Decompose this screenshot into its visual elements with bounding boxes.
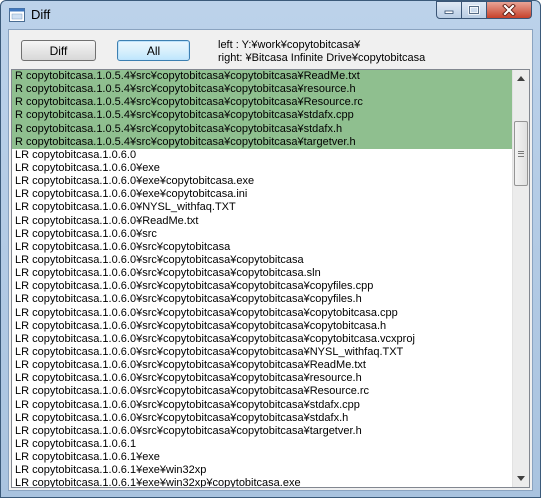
list-item[interactable]: R copytobitcasa.1.0.5.4¥src¥copytobitcas…: [12, 122, 514, 136]
close-button[interactable]: [486, 1, 532, 19]
list-item[interactable]: R copytobitcasa.1.0.5.4¥src¥copytobitcas…: [12, 70, 514, 84]
list-item[interactable]: LR copytobitcasa.1.0.6.0¥src¥copytobitca…: [12, 333, 514, 346]
list-item[interactable]: LR copytobitcasa.1.0.6.0¥src¥copytobitca…: [12, 307, 514, 320]
compare-paths: left : Y:¥work¥copytobitcasa¥ right: ¥Bi…: [218, 39, 425, 65]
vertical-scrollbar[interactable]: [512, 70, 529, 487]
list-item[interactable]: R copytobitcasa.1.0.5.4¥src¥copytobitcas…: [12, 96, 514, 110]
list-item[interactable]: LR copytobitcasa.1.0.6.0: [12, 149, 514, 162]
window-client-area: Diff All left : Y:¥work¥copytobitcasa¥ r…: [8, 29, 533, 491]
list-item[interactable]: LR copytobitcasa.1.0.6.0¥exe: [12, 162, 514, 175]
diff-rows: R copytobitcasa.1.0.5.4¥src¥copytobitcas…: [12, 70, 514, 487]
scroll-up-arrow-icon: [517, 76, 525, 81]
list-item[interactable]: LR copytobitcasa.1.0.6.0¥NYSL_withfaq.TX…: [12, 201, 514, 214]
right-path-label: right: ¥Bitcasa Infinite Drive¥copytobit…: [218, 52, 426, 64]
left-path-label: left : Y:¥work¥copytobitcasa¥: [218, 39, 361, 51]
list-item[interactable]: LR copytobitcasa.1.0.6.0¥src¥copytobitca…: [12, 346, 514, 359]
list-item[interactable]: LR copytobitcasa.1.0.6.0¥src¥copytobitca…: [12, 241, 514, 254]
list-item[interactable]: LR copytobitcasa.1.0.6.0¥ReadMe.txt: [12, 215, 514, 228]
minimize-icon: [444, 10, 454, 14]
list-item[interactable]: LR copytobitcasa.1.0.6.0¥src¥copytobitca…: [12, 425, 514, 438]
maximize-icon: [468, 5, 480, 15]
app-window-icon: [9, 8, 25, 22]
list-item[interactable]: LR copytobitcasa.1.0.6.0¥src¥copytobitca…: [12, 412, 514, 425]
window-title: Diff: [31, 7, 51, 22]
scroll-up-button[interactable]: [513, 70, 529, 87]
list-item[interactable]: R copytobitcasa.1.0.5.4¥src¥copytobitcas…: [12, 135, 514, 149]
scroll-down-button[interactable]: [513, 470, 529, 487]
list-item[interactable]: LR copytobitcasa.1.0.6.0¥src¥copytobitca…: [12, 359, 514, 372]
title-bar[interactable]: Diff: [1, 1, 540, 29]
list-item[interactable]: LR copytobitcasa.1.0.6.0¥src¥copytobitca…: [12, 293, 514, 306]
maximize-button[interactable]: [461, 1, 487, 19]
list-item[interactable]: LR copytobitcasa.1.0.6.1¥exe: [12, 451, 514, 464]
list-item[interactable]: LR copytobitcasa.1.0.6.0¥src¥copytobitca…: [12, 280, 514, 293]
list-item[interactable]: LR copytobitcasa.1.0.6.0¥exe¥copytobitca…: [12, 188, 514, 201]
list-item[interactable]: LR copytobitcasa.1.0.6.0¥src¥copytobitca…: [12, 372, 514, 385]
scroll-down-arrow-icon: [517, 476, 525, 481]
diff-result-list[interactable]: R copytobitcasa.1.0.5.4¥src¥copytobitcas…: [11, 69, 530, 488]
list-item[interactable]: LR copytobitcasa.1.0.6.0¥src: [12, 228, 514, 241]
list-item[interactable]: LR copytobitcasa.1.0.6.0¥src¥copytobitca…: [12, 399, 514, 412]
list-item[interactable]: LR copytobitcasa.1.0.6.0¥src¥copytobitca…: [12, 267, 514, 280]
list-item[interactable]: LR copytobitcasa.1.0.6.1¥exe¥win32xp¥cop…: [12, 477, 514, 487]
minimize-button[interactable]: [436, 1, 462, 19]
list-item[interactable]: LR copytobitcasa.1.0.6.0¥src¥copytobitca…: [12, 254, 514, 267]
all-button[interactable]: All: [117, 40, 190, 61]
list-item[interactable]: LR copytobitcasa.1.0.6.1¥exe¥win32xp: [12, 464, 514, 477]
diff-window: Diff Diff All left : Y:¥work¥copytobitca…: [0, 0, 541, 498]
list-item[interactable]: LR copytobitcasa.1.0.6.0¥src¥copytobitca…: [12, 385, 514, 398]
close-icon: [502, 4, 516, 16]
list-item[interactable]: R copytobitcasa.1.0.5.4¥src¥copytobitcas…: [12, 83, 514, 97]
list-item[interactable]: R copytobitcasa.1.0.5.4¥src¥copytobitcas…: [12, 109, 514, 123]
list-item[interactable]: LR copytobitcasa.1.0.6.1: [12, 438, 514, 451]
scroll-grip-icon: [518, 150, 524, 157]
diff-button[interactable]: Diff: [21, 40, 96, 61]
list-item[interactable]: LR copytobitcasa.1.0.6.0¥src¥copytobitca…: [12, 320, 514, 333]
list-item[interactable]: LR copytobitcasa.1.0.6.0¥exe¥copytobitca…: [12, 175, 514, 188]
scroll-thumb[interactable]: [514, 121, 528, 186]
